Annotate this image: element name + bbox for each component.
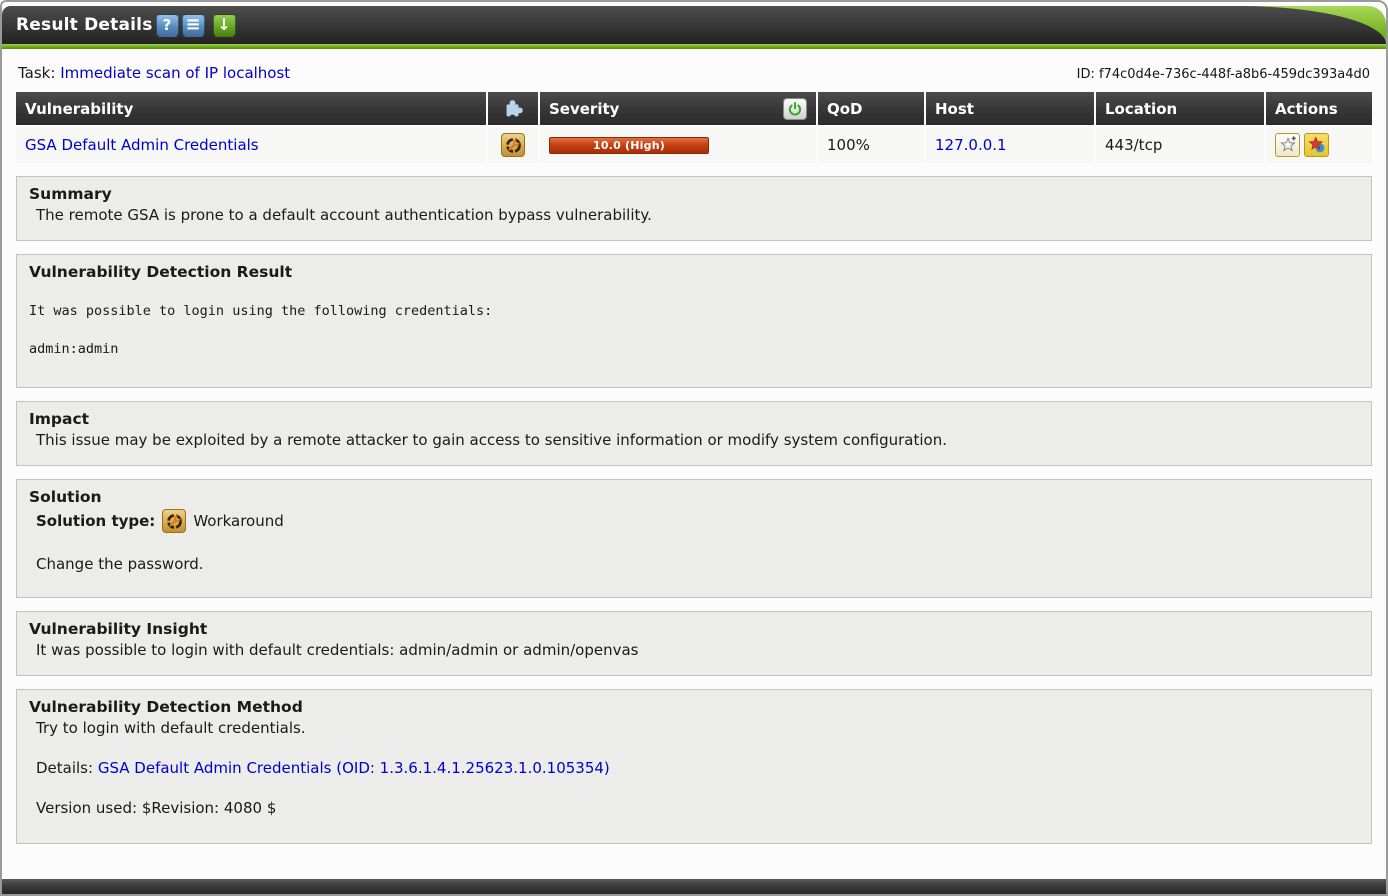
add-override-button[interactable] xyxy=(1304,133,1329,157)
cell-severity: 10.0 (High) xyxy=(540,127,816,163)
host-link[interactable]: 127.0.0.1 xyxy=(935,136,1007,154)
titlebar-zone: Result Details ? ≡ ↓ xyxy=(2,6,1386,49)
section-title: Impact xyxy=(29,410,1359,428)
power-icon xyxy=(787,101,803,117)
col-header-label: Vulnerability xyxy=(25,100,133,118)
page-title: Result Details xyxy=(16,15,153,35)
result-id-label: ID: xyxy=(1077,67,1095,82)
col-header-location: Location xyxy=(1096,92,1264,125)
task-link[interactable]: Immediate scan of IP localhost xyxy=(60,64,290,82)
col-header-label: Host xyxy=(935,100,974,118)
result-id: ID: f74c0d4e-736c-448f-a8b6-459dc393a4d0 xyxy=(1077,67,1370,82)
result-table: Vulnerability Severity xyxy=(16,92,1372,163)
col-header-actions: Actions xyxy=(1266,92,1372,125)
result-details-window: Result Details ? ≡ ↓ Task: Immediate sca… xyxy=(0,0,1388,896)
section-insight: Vulnerability Insight It was possible to… xyxy=(16,611,1372,676)
footer-bar xyxy=(2,879,1386,894)
nvt-details-link[interactable]: GSA Default Admin Credentials (OID: 1.3.… xyxy=(98,759,610,777)
workaround-solution-icon xyxy=(162,509,186,533)
section-title: Vulnerability Detection Result xyxy=(29,263,1359,281)
cell-vulnerability: GSA Default Admin Credentials xyxy=(16,127,486,163)
severity-label: 10.0 (High) xyxy=(593,139,665,152)
col-header-vulnerability: Vulnerability xyxy=(16,92,486,125)
section-detection-result: Vulnerability Detection Result It was po… xyxy=(16,254,1372,388)
section-impact: Impact This issue may be exploited by a … xyxy=(16,401,1372,466)
details-line: Details: GSA Default Admin Credentials (… xyxy=(29,759,1359,777)
result-row: GSA Default Admin Credentials 10.0 (High… xyxy=(16,127,1372,163)
add-note-icon xyxy=(1279,136,1297,154)
cell-location: 443/tcp xyxy=(1096,127,1264,163)
detail-sections: Summary The remote GSA is prone to a def… xyxy=(16,176,1372,844)
table-header-row: Vulnerability Severity xyxy=(16,92,1372,125)
severity-bar: 10.0 (High) xyxy=(549,137,709,154)
add-note-button[interactable] xyxy=(1275,133,1300,157)
cell-solution-type xyxy=(488,127,538,163)
detection-result-line: It was possible to login using the follo… xyxy=(29,303,1359,319)
download-glyph: ↓ xyxy=(217,17,230,33)
col-header-label: QoD xyxy=(827,100,863,118)
col-header-label: Actions xyxy=(1275,100,1338,118)
version-line: Version used: $Revision: 4080 $ xyxy=(29,799,1359,817)
detection-result-credentials: admin:admin xyxy=(29,341,1359,357)
section-title: Summary xyxy=(29,185,1359,203)
cell-host: 127.0.0.1 xyxy=(926,127,1094,163)
task-row: Task: Immediate scan of IP localhost ID:… xyxy=(16,49,1372,92)
cell-qod: 100% xyxy=(818,127,924,163)
col-header-solution-type xyxy=(488,92,538,125)
severity-sort-button[interactable] xyxy=(783,98,807,120)
section-detection-method: Vulnerability Detection Method Try to lo… xyxy=(16,689,1372,844)
task-label: Task: xyxy=(18,64,55,82)
list-icon[interactable]: ≡ xyxy=(182,14,205,37)
content-area: Task: Immediate scan of IP localhost ID:… xyxy=(2,49,1386,879)
details-label: Details: xyxy=(36,759,93,777)
cell-actions xyxy=(1266,127,1372,163)
col-header-severity: Severity xyxy=(540,92,816,125)
solution-type-value: Workaround xyxy=(193,512,283,530)
section-title: Vulnerability Insight xyxy=(29,620,1359,638)
col-header-qod: QoD xyxy=(818,92,924,125)
col-header-label: Location xyxy=(1105,100,1177,118)
add-override-icon xyxy=(1308,136,1326,154)
workaround-solution-icon xyxy=(501,133,525,157)
qod-value: 100% xyxy=(827,136,870,154)
section-body: Try to login with default credentials. xyxy=(29,719,1359,737)
solution-body: Change the password. xyxy=(29,555,1359,573)
col-header-label: Severity xyxy=(549,100,619,118)
section-body: This issue may be exploited by a remote … xyxy=(29,431,1359,449)
solution-type-line: Solution type: Workaround xyxy=(29,509,1359,533)
vulnerability-link[interactable]: GSA Default Admin Credentials xyxy=(25,136,259,154)
section-solution: Solution Solution type: Workaround Chang… xyxy=(16,479,1372,598)
titlebar: Result Details ? ≡ ↓ xyxy=(2,6,1386,44)
location-value: 443/tcp xyxy=(1105,136,1162,154)
help-icon[interactable]: ? xyxy=(156,14,179,37)
list-glyph: ≡ xyxy=(185,16,200,34)
col-header-host: Host xyxy=(926,92,1094,125)
section-summary: Summary The remote GSA is prone to a def… xyxy=(16,176,1372,241)
section-body: The remote GSA is prone to a default acc… xyxy=(29,206,1359,224)
help-glyph: ? xyxy=(163,18,172,33)
section-body: It was possible to login with default cr… xyxy=(29,641,1359,659)
result-id-value: f74c0d4e-736c-448f-a8b6-459dc393a4d0 xyxy=(1099,67,1370,82)
puzzle-icon xyxy=(502,98,524,120)
solution-type-label: Solution type: xyxy=(36,512,155,530)
section-title: Vulnerability Detection Method xyxy=(29,698,1359,716)
download-icon[interactable]: ↓ xyxy=(213,14,236,37)
task-field: Task: Immediate scan of IP localhost xyxy=(18,64,290,82)
section-title: Solution xyxy=(29,488,1359,506)
